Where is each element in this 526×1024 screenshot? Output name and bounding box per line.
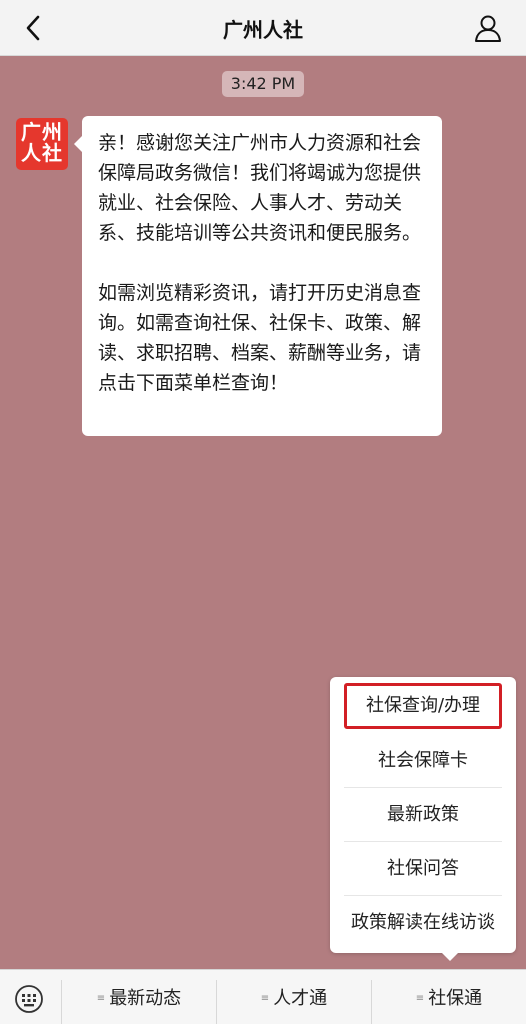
menu-item-social-security-card[interactable]: 社会保障卡 <box>344 734 502 788</box>
message-timestamp: 3:42 PM <box>222 71 304 97</box>
menu-lines-icon: ≡ <box>260 993 270 1004</box>
menu-lines-icon: ≡ <box>96 993 106 1004</box>
tab-social-security[interactable]: ≡ 社保通 <box>372 984 526 1014</box>
message-paragraph-1: 亲！感谢您关注广州市人力资源和社会保障局政务微信！我们将竭诚为您提供就业、社会保… <box>98 132 422 244</box>
avatar-text-line2: 人社 <box>21 141 63 165</box>
page-title: 广州人社 <box>223 18 303 42</box>
menu-item-policy-interview[interactable]: 政策解读在线访谈 <box>344 896 502 950</box>
menu-lines-icon: ≡ <box>415 993 425 1004</box>
submenu-popup: 社保查询/办理 社会保障卡 最新政策 社保问答 政策解读在线访谈 <box>330 677 516 961</box>
nav-bar: 广州人社 <box>0 0 526 56</box>
message-paragraph-2: 如需浏览精彩资讯，请打开历史消息查询。如需查询社保、社保卡、政策、解读、求职招聘… <box>98 282 422 394</box>
menu-item-latest-policy[interactable]: 最新政策 <box>344 788 502 842</box>
tab-latest-news[interactable]: ≡ 最新动态 <box>62 984 216 1014</box>
tab-label: 社保通 <box>428 988 483 1009</box>
official-account-avatar[interactable]: 广州 人社 <box>16 118 68 170</box>
avatar-text-line1: 广州 <box>21 120 63 144</box>
menu-item-faq[interactable]: 社保问答 <box>344 842 502 896</box>
menu-item-social-security-query[interactable]: 社保查询/办理 <box>344 683 502 729</box>
tab-label: 最新动态 <box>109 988 182 1009</box>
keyboard-icon[interactable] <box>14 984 44 1014</box>
tab-talent[interactable]: ≡ 人才通 <box>217 984 371 1014</box>
bottom-menu-bar: ≡ 最新动态 ≡ 人才通 ≡ 社保通 <box>0 969 526 1024</box>
tab-label: 人才通 <box>273 988 328 1009</box>
profile-icon[interactable] <box>472 12 504 44</box>
welcome-message-bubble: 亲！感谢您关注广州市人力资源和社会保障局政务微信！我们将竭诚为您提供就业、社会保… <box>74 116 442 436</box>
